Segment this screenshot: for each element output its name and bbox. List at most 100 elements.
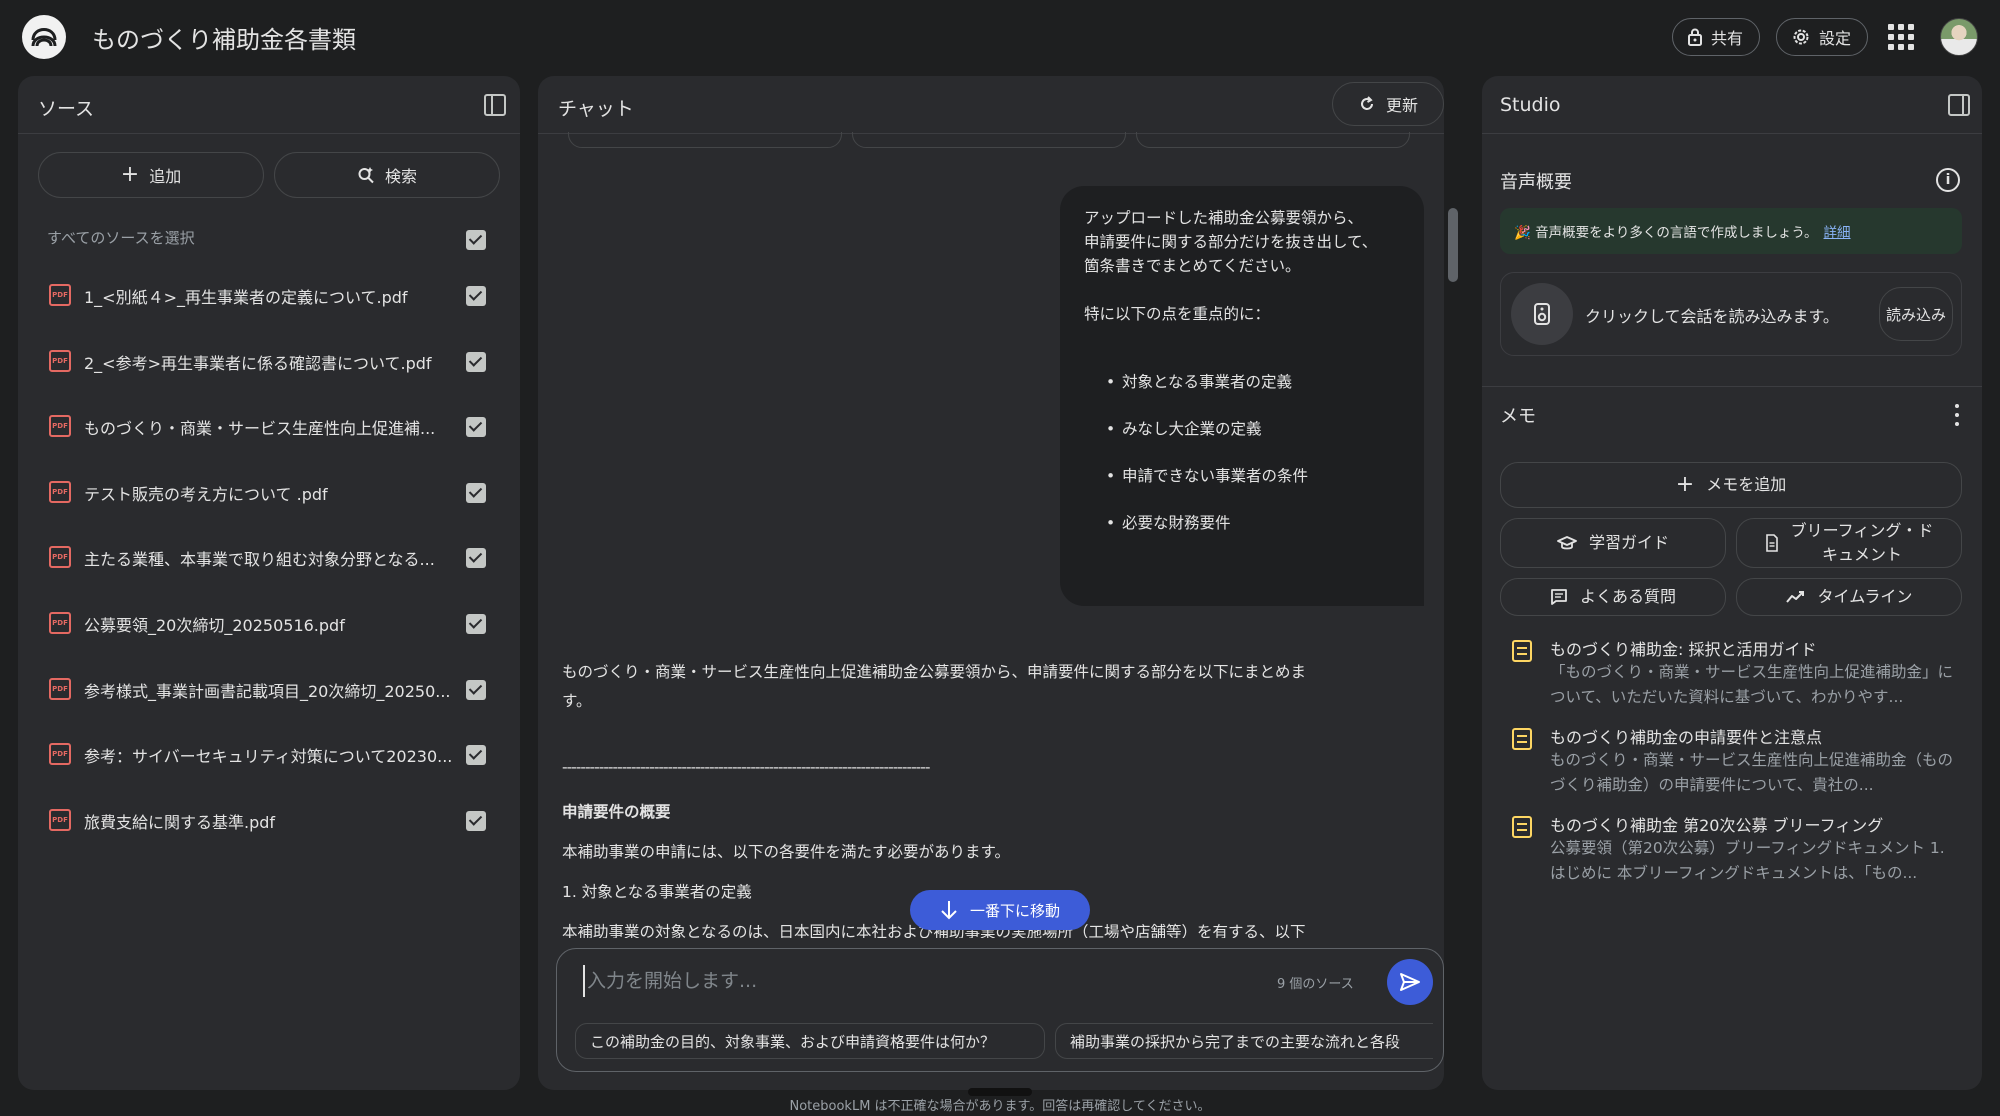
briefing-doc-label: ブリーフィング・ド キュメント <box>1790 521 1934 564</box>
response-text: 本補助事業の申請には、以下の各要件を満たす必要があります。 <box>562 843 1010 861</box>
chat-scrollbar[interactable] <box>1448 208 1458 282</box>
more-options-icon[interactable] <box>1954 404 1960 426</box>
refresh-icon <box>1361 96 1373 110</box>
saved-note[interactable]: ものづくり補助金: 採択と活用ガイド 「ものづくり・商業・サービス生産性向上促進… <box>1508 636 1968 716</box>
source-name: テスト販売の考え方について .pdf <box>84 485 328 504</box>
citation-chip[interactable] <box>852 132 1126 148</box>
chat-header: チャット <box>538 76 1444 134</box>
faq-button[interactable]: よくある質問 <box>1500 578 1726 616</box>
send-button[interactable] <box>1387 959 1433 1005</box>
briefing-doc-button[interactable]: ブリーフィング・ド キュメント <box>1736 518 1962 568</box>
user-bullet: 対象となる事業者の定義 <box>1106 370 1400 394</box>
send-icon <box>1400 973 1420 991</box>
pdf-icon: PDF <box>49 743 71 765</box>
audio-language-banner: 🎉 音声概要をより多くの言語で作成しましょう。 詳細 <box>1500 208 1962 254</box>
pdf-icon: PDF <box>49 809 71 831</box>
source-checkbox[interactable] <box>466 614 486 634</box>
source-checkbox[interactable] <box>466 483 486 503</box>
source-item[interactable]: PDF 旅費支給に関する基準.pdf <box>0 801 520 841</box>
user-message-text: アップロードした補助金公募要領から、 申請要件に関する部分だけを抜き出して、 箇… <box>1084 209 1378 323</box>
chat-input[interactable] <box>583 965 1243 997</box>
source-count: 9 個のソース <box>1277 977 1354 992</box>
timeline-button[interactable]: タイムライン <box>1736 578 1962 616</box>
saved-note[interactable]: ものづくり補助金の申請要件と注意点 ものづくり・商業・サービス生産性向上促進補助… <box>1508 724 1968 804</box>
banner-text: 🎉 音声概要をより多くの言語で作成しましょう。 <box>1514 225 1818 241</box>
disclaimer: NotebookLM は不正確な場合があります。回答は再確認してください。 <box>789 1099 1211 1114</box>
sources-title: ソース <box>38 98 95 120</box>
plus-icon: + <box>120 162 140 187</box>
source-name: 2_<参考>再生事業者に係る確認書について.pdf <box>84 354 432 373</box>
studio-title: Studio <box>1500 94 1561 116</box>
source-checkbox[interactable] <box>466 548 486 568</box>
source-item[interactable]: PDF 公募要領_20次締切_20250516.pdf <box>0 604 520 644</box>
source-checkbox[interactable] <box>466 352 486 372</box>
pdf-icon: PDF <box>49 678 71 700</box>
source-checkbox[interactable] <box>466 811 486 831</box>
scroll-to-bottom-button[interactable]: 一番下に移動 <box>910 890 1090 930</box>
apps-grid-icon[interactable] <box>1888 24 1914 50</box>
discover-sources-button[interactable]: 検索 <box>274 152 500 198</box>
share-button[interactable]: 共有 <box>1672 18 1761 56</box>
citation-chip[interactable] <box>1136 132 1410 148</box>
notebooklm-logo-icon <box>31 28 57 47</box>
collapse-studio-icon[interactable] <box>1948 94 1970 116</box>
note-title: ものづくり補助金: 採択と活用ガイド <box>1550 640 1817 659</box>
source-checkbox[interactable] <box>466 417 486 437</box>
source-name: 参考：サイバーセキュリティ対策について20230... <box>84 747 453 766</box>
saved-note[interactable]: ものづくり補助金 第20次公募 ブリーフィング 公募要領（第20次公募）ブリーフ… <box>1508 812 1968 892</box>
plus-icon: + <box>1675 472 1695 497</box>
chat-messages: アップロードした補助金公募要領から、 申請要件に関する部分だけを抜き出して、 箇… <box>538 132 1428 938</box>
pdf-icon: PDF <box>49 481 71 503</box>
audio-overview-card: クリックして会話を読み込みます。 読み込み <box>1500 272 1962 356</box>
document-icon <box>1765 534 1778 552</box>
arrow-down-icon <box>941 901 957 920</box>
user-message: アップロードした補助金公募要領から、 申請要件に関する部分だけを抜き出して、 箇… <box>1060 186 1424 606</box>
response-text: 1. 対象となる事業者の定義 <box>562 883 752 901</box>
source-item[interactable]: PDF テスト販売の考え方について .pdf <box>0 473 520 513</box>
top-bar: ものづくり補助金各書類 共有 設定 <box>0 0 2000 74</box>
source-name: 参考様式_事業計画書記載項目_20次締切_20250... <box>84 682 451 701</box>
select-all-label: すべてのソースを選択 <box>47 229 195 247</box>
settings-button[interactable]: 設定 <box>1776 18 1869 56</box>
add-source-button[interactable]: + 追加 <box>38 152 264 198</box>
source-item[interactable]: PDF 2_<参考>再生事業者に係る確認書について.pdf <box>0 342 520 382</box>
select-all-checkbox[interactable] <box>466 230 486 250</box>
audio-overview-label: 音声概要 <box>1500 172 1572 193</box>
info-icon[interactable]: i <box>1936 168 1960 192</box>
chat-title: チャット <box>558 98 634 120</box>
source-checkbox[interactable] <box>466 286 486 306</box>
source-item[interactable]: PDF 参考：サイバーセキュリティ対策について20230... <box>0 735 520 775</box>
source-item[interactable]: PDF 主たる業種、本事業で取り組む対象分野となる... <box>0 538 520 578</box>
pdf-icon: PDF <box>49 546 71 568</box>
banner-details-link[interactable]: 詳細 <box>1824 221 1851 241</box>
audio-card-text: クリックして会話を読み込みます。 <box>1585 307 1839 326</box>
suggested-question[interactable]: この補助金の目的、対象事業、および申請資格要件は何か？ <box>575 1023 1045 1059</box>
refresh-button[interactable]: 更新 <box>1332 82 1444 126</box>
note-title: ものづくり補助金の申請要件と注意点 <box>1550 728 1823 747</box>
source-item[interactable]: PDF 参考様式_事業計画書記載項目_20次締切_20250... <box>0 670 520 710</box>
response-text: す。 <box>562 692 592 710</box>
study-guide-label: 学習ガイド <box>1588 533 1669 552</box>
source-item[interactable]: PDF ものづくり・商業・サービス生産性向上促進補... <box>0 407 520 447</box>
response-text: ものづくり・商業・サービス生産性向上促進補助金公募要領から、申請要件に関する部分… <box>562 663 1307 681</box>
study-guide-button[interactable]: 学習ガイド <box>1500 518 1726 568</box>
pdf-icon: PDF <box>49 415 71 437</box>
source-checkbox[interactable] <box>466 680 486 700</box>
lock-icon <box>1688 28 1702 46</box>
graduation-cap-icon <box>1557 536 1577 550</box>
notebooklm-logo[interactable] <box>22 15 66 59</box>
add-memo-button[interactable]: + メモを追加 <box>1500 462 1962 508</box>
citation-chip[interactable] <box>568 132 842 148</box>
source-name: ものづくり・商業・サービス生産性向上促進補... <box>84 419 436 438</box>
refresh-label: 更新 <box>1385 96 1418 115</box>
share-label: 共有 <box>1711 29 1744 48</box>
note-icon <box>1512 728 1532 750</box>
notebook-title[interactable]: ものづくり補助金各書類 <box>92 20 356 55</box>
load-audio-button[interactable]: 読み込み <box>1879 287 1953 341</box>
source-checkbox[interactable] <box>466 745 486 765</box>
collapse-sources-icon[interactable] <box>484 94 506 116</box>
search-sparkle-icon <box>358 167 374 184</box>
avatar[interactable] <box>1940 18 1978 56</box>
source-item[interactable]: PDF 1_<別紙４>_再生事業者の定義について.pdf <box>0 276 520 316</box>
suggested-question[interactable]: 補助事業の採択から完了までの主要な流れと各段 <box>1055 1023 1433 1059</box>
